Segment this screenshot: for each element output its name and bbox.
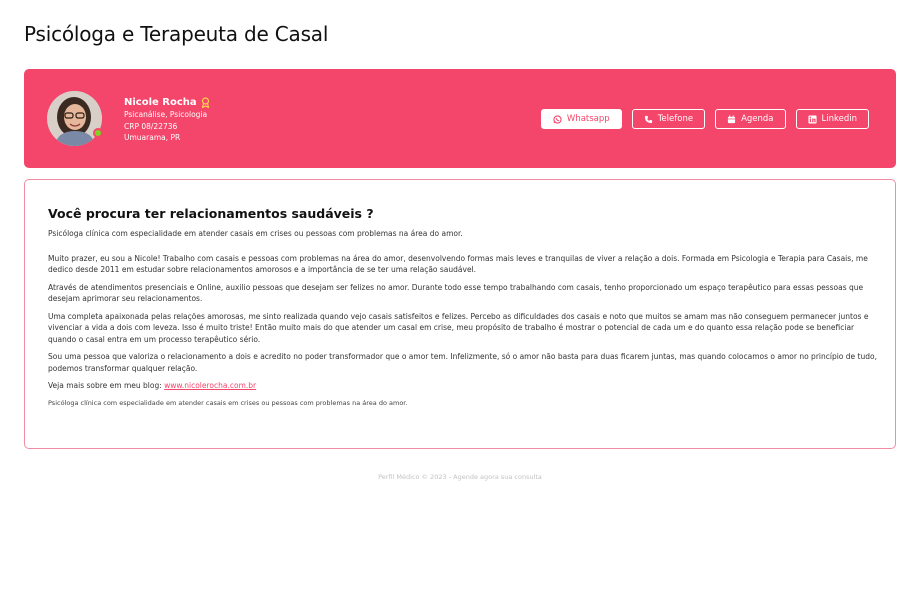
telefone-button[interactable]: Telefone [631, 109, 706, 129]
about-note: Psicóloga clínica com especialidade em a… [48, 398, 408, 407]
online-status-indicator [93, 128, 103, 138]
phone-icon [644, 115, 653, 124]
blog-link[interactable]: www.nicolerocha.com.br [164, 381, 256, 390]
whatsapp-button[interactable]: Whatsapp [540, 109, 622, 129]
profile-specialties: Psicanálise, Psicologia [124, 110, 208, 119]
about-paragraph: Muito prazer, eu sou a Nicole! Trabalho … [48, 253, 868, 275]
about-paragraph: Através de atendimentos presenciais e On… [48, 282, 864, 304]
page-title: Psicóloga e Terapeuta de Casal [24, 22, 329, 46]
contact-actions: Whatsapp Telefone Agenda Linkedin [540, 109, 869, 129]
about-paragraph: Uma completa apaixonada pelas relações a… [48, 311, 869, 344]
about-lead: Psicóloga clínica com especialidade em a… [48, 229, 463, 238]
blog-line: Veja mais sobre em meu blog: www.nicoler… [48, 380, 878, 392]
profile-name: Nicole Rocha [124, 97, 197, 108]
blog-prefix: Veja mais sobre em meu blog: [48, 381, 165, 390]
telefone-button-label: Telefone [657, 114, 694, 124]
avatar [47, 91, 102, 146]
profile-name-row: Nicole Rocha [124, 96, 210, 109]
whatsapp-button-label: Whatsapp [566, 114, 610, 124]
profile-card: Nicole Rocha Psicanálise, Psicologia CRP… [24, 69, 896, 168]
agenda-button-label: Agenda [741, 114, 774, 124]
linkedin-button[interactable]: Linkedin [795, 109, 869, 129]
profile-info: Nicole Rocha Psicanálise, Psicologia CRP… [124, 96, 210, 144]
about-card: Você procura ter relacionamentos saudáve… [24, 179, 896, 449]
linkedin-icon [807, 114, 817, 124]
calendar-icon [727, 114, 736, 124]
avatar-photo [47, 91, 102, 146]
footer: Perfil Médico © 2023 - Agende agora sua … [378, 473, 542, 481]
about-heading: Você procura ter relacionamentos saudáve… [48, 206, 374, 221]
whatsapp-icon [553, 114, 562, 124]
linkedin-button-label: Linkedin [821, 114, 857, 124]
profile-location: Umuarama, PR [124, 133, 181, 142]
about-paragraph: Sou uma pessoa que valoriza o relacionam… [48, 352, 877, 373]
about-content: Você procura ter relacionamentos saudáve… [48, 206, 878, 408]
award-ribbon-icon [201, 97, 210, 109]
profile-crp: CRP 08/22736 [124, 121, 178, 131]
agenda-button[interactable]: Agenda [715, 109, 786, 129]
